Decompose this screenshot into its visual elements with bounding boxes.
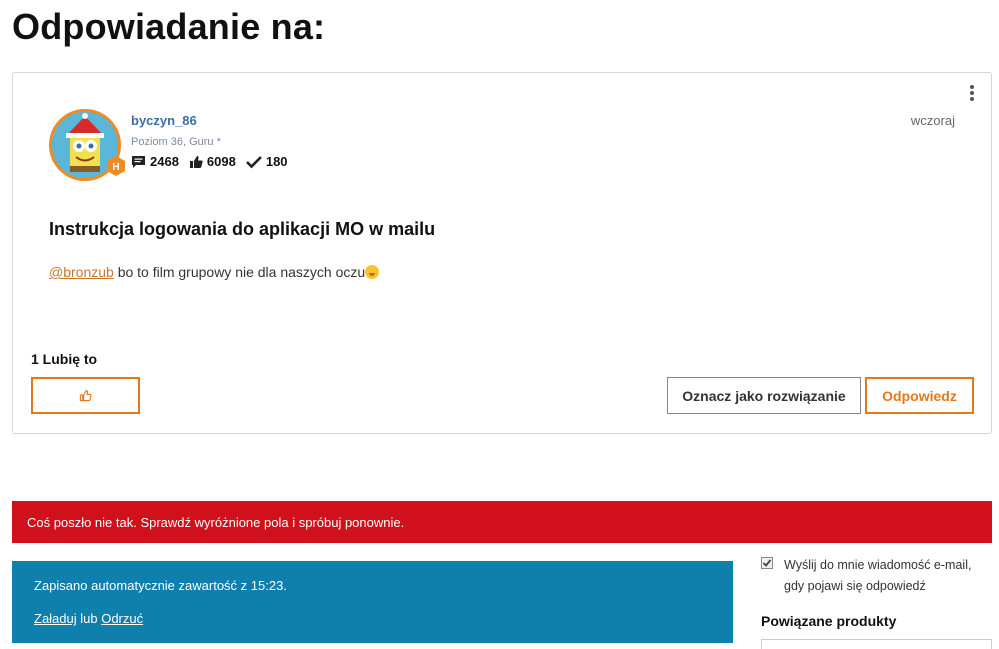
author-username[interactable]: byczyn_86 [131, 113, 197, 128]
post-body: @bronzub bo to film grupowy nie dla nasz… [49, 264, 380, 280]
thumbs-up-icon [189, 155, 203, 168]
user-mention-link[interactable]: @bronzub [49, 264, 114, 280]
stat-solutions: 180 [245, 154, 288, 169]
rank-badge-icon: H [105, 155, 127, 177]
discard-draft-link[interactable]: Odrzuć [101, 611, 143, 626]
related-products-heading: Powiązane produkty [761, 613, 897, 629]
stat-posts-value: 2468 [150, 154, 179, 169]
load-draft-link[interactable]: Załaduj [34, 611, 77, 626]
autosave-or-text: lub [76, 611, 102, 626]
error-banner: Coś poszło nie tak. Sprawdź wyróżnione p… [12, 501, 992, 543]
checkbox-check-icon [762, 559, 772, 567]
related-products-input[interactable] [761, 639, 992, 649]
autosave-actions: Załaduj lub Odrzuć [34, 611, 143, 626]
like-button[interactable] [31, 377, 140, 414]
email-notify-label[interactable]: Wyślij do mnie wiadomość e-mail, gdy poj… [784, 555, 989, 597]
email-notify-checkbox[interactable] [761, 557, 773, 569]
autosave-message: Zapisano automatycznie zawartość z 15:23… [34, 578, 287, 593]
stat-likes-value: 6098 [206, 154, 236, 169]
reply-button[interactable]: Odpowiedz [865, 377, 974, 414]
stat-solutions-value: 180 [265, 154, 288, 169]
post-body-text: bo to film grupowy nie dla naszych oczu [113, 264, 366, 280]
author-stats: 2468 6098 180 [131, 154, 298, 169]
likes-count: 1 Lubię to [31, 351, 98, 367]
error-message: Coś poszło nie tak. Sprawdź wyróżnione p… [27, 514, 405, 530]
checkmark-icon [245, 155, 262, 168]
stat-posts: 2468 [131, 154, 179, 169]
stat-likes: 6098 [189, 154, 236, 169]
tongue-out-emoji-icon [365, 265, 380, 279]
autosave-notice: Zapisano automatycznie zawartość z 15:23… [12, 561, 733, 643]
comment-icon [132, 155, 145, 168]
mark-as-solution-button[interactable]: Oznacz jako rozwiązanie [667, 377, 861, 414]
thumbs-up-icon [79, 390, 92, 402]
post-timestamp: wczoraj [910, 113, 955, 128]
rank-badge-letter: H [112, 162, 119, 173]
author-rank: Poziom 36, Guru * [131, 136, 221, 148]
more-options-icon[interactable] [969, 85, 975, 101]
post-subject: Instrukcja logowania do aplikacji MO w m… [49, 219, 436, 239]
post-card: H byczyn_86 Poziom 36, Guru * 2468 6098 … [12, 72, 992, 434]
page-title: Odpowiadanie na: [12, 6, 326, 47]
